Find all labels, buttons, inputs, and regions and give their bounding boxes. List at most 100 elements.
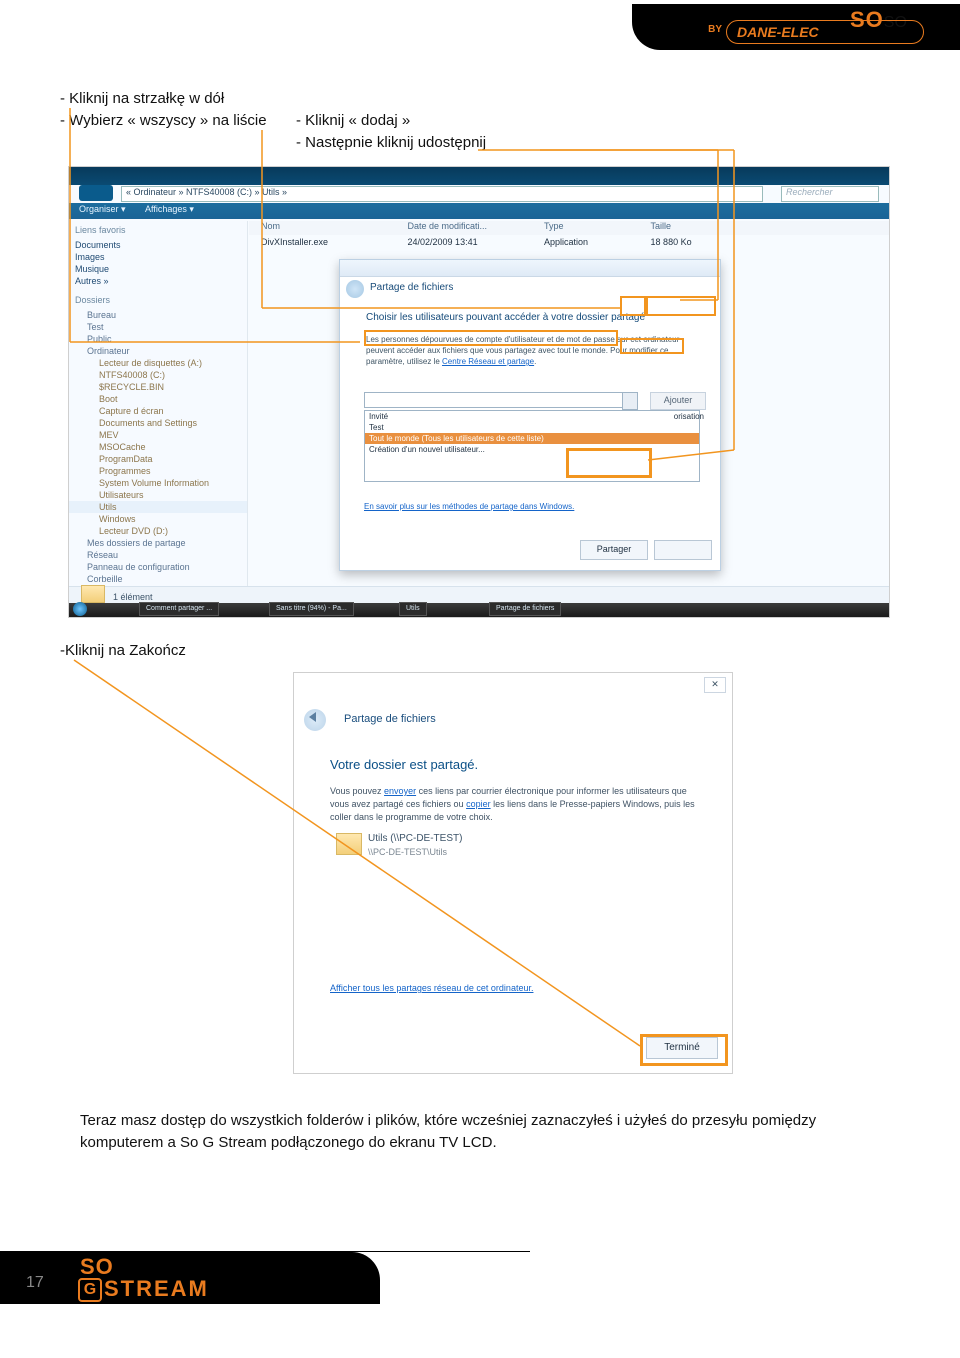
footer-stream: STREAM <box>104 1276 209 1302</box>
tree-item[interactable]: Utilisateurs <box>69 489 247 501</box>
share-name[interactable]: Utils (\\PC-DE-TEST) <box>368 833 462 844</box>
dialog-back-icon[interactable] <box>346 280 364 298</box>
explorer-sidebar: Liens favoris Documents Images Musique A… <box>69 221 248 587</box>
tree-item[interactable]: Panneau de configuration <box>69 561 247 573</box>
taskbar-item[interactable]: Partage de fichiers <box>489 602 561 616</box>
tree-item[interactable]: Test <box>69 321 247 333</box>
folder-icon <box>81 585 105 603</box>
tree-item[interactable]: Boot <box>69 393 247 405</box>
final-paragraph: Teraz masz dostęp do wszystkich folderów… <box>80 1110 860 1154</box>
col-size[interactable]: Taille <box>639 221 743 231</box>
list-item[interactable]: Création d'un nouvel utilisateur... <box>365 444 699 455</box>
share-dialog: Partage de fichiers Choisir les utilisat… <box>339 259 721 571</box>
dialog-title: Partage de fichiers <box>370 282 453 293</box>
explorer-statusbar <box>69 586 889 603</box>
brand-by: BY <box>708 24 722 35</box>
dlg-p-link[interactable]: Centre Réseau et partage <box>442 357 534 366</box>
tree-item[interactable]: Lecteur de disquettes (A:) <box>69 357 247 369</box>
screenshot-explorer: « Ordinateur » NTFS40008 (C:) » Utils » … <box>68 166 890 618</box>
cancel-button[interactable] <box>654 540 712 560</box>
learn-more-link[interactable]: En savoir plus sur les méthodes de parta… <box>364 502 574 511</box>
sidebar-item[interactable]: Musique <box>69 263 247 275</box>
tree-item-selected[interactable]: Utils <box>69 501 247 513</box>
tree-item[interactable]: Windows <box>69 513 247 525</box>
sidebar-item[interactable]: Autres » <box>69 275 247 287</box>
tree-item[interactable]: Corbeille <box>69 573 247 585</box>
tree-item[interactable]: Programmes <box>69 465 247 477</box>
status-text: 1 élément <box>113 592 153 602</box>
tree-item[interactable]: Bureau <box>69 309 247 321</box>
cell-type: Application <box>532 237 636 247</box>
list-item[interactable]: Invité <box>365 411 699 422</box>
screenshot-share-done: ✕ Partage de fichiers Votre dossier est … <box>293 672 733 1074</box>
toolbar-organize[interactable]: Organiser ▾ <box>79 204 126 215</box>
dialog-heading: Choisir les utilisateurs pouvant accéder… <box>366 312 645 323</box>
tree-item[interactable]: ProgramData <box>69 453 247 465</box>
tree-item[interactable]: Mes dossiers de partage <box>69 537 247 549</box>
user-combobox[interactable] <box>364 392 636 408</box>
taskbar-item[interactable]: Utils <box>399 602 427 616</box>
instr-line-5: -Kliknij na Zakończ <box>60 640 186 662</box>
footer-g-icon: G <box>78 1278 102 1302</box>
p2-a: Vous pouvez <box>330 786 384 796</box>
send-link[interactable]: envoyer <box>384 786 416 796</box>
tree-item[interactable]: Documents and Settings <box>69 417 247 429</box>
tree-item[interactable]: Capture d écran <box>69 405 247 417</box>
tree-item[interactable]: $RECYCLE.BIN <box>69 381 247 393</box>
dialog2-title: Partage de fichiers <box>344 713 436 725</box>
header-band: SO BY DANE-ELEC <box>632 4 960 50</box>
list-item-selected[interactable]: Tout le monde (Tous les utilisateurs de … <box>365 433 699 444</box>
file-list-header: Nom Date de modificati... Type Taille <box>249 221 889 235</box>
finish-button[interactable]: Terminé <box>646 1037 718 1059</box>
start-orb-icon[interactable] <box>73 602 87 616</box>
instr-line-4: - Następnie kliknij udostępnij <box>296 132 486 154</box>
tree-item[interactable]: Réseau <box>69 549 247 561</box>
sidebar-favorites-header: Liens favoris <box>69 221 247 239</box>
col-date[interactable]: Date de modificati... <box>396 221 530 231</box>
tree-item[interactable]: MEV <box>69 429 247 441</box>
cell-name: DivXInstaller.exe <box>249 237 393 247</box>
tree-item[interactable]: Public <box>69 333 247 345</box>
tree-item[interactable]: MSOCache <box>69 441 247 453</box>
share-button[interactable]: Partager <box>580 540 648 560</box>
show-all-shares-link[interactable]: Afficher tous les partages réseau de cet… <box>330 983 533 993</box>
sidebar-item[interactable]: Documents <box>69 239 247 251</box>
tree-item[interactable]: NTFS40008 (C:) <box>69 369 247 381</box>
cell-size: 18 880 Ko <box>639 237 743 247</box>
col-type[interactable]: Type <box>532 221 636 231</box>
address-text: « Ordinateur » NTFS40008 (C:) » Utils » <box>122 187 287 197</box>
col-name[interactable]: Nom <box>249 221 393 231</box>
dialog2-paragraph: Vous pouvez envoyer ces liens par courri… <box>330 785 704 824</box>
folder-icon <box>336 833 362 855</box>
tree-item[interactable]: Lecteur DVD (D:) <box>69 525 247 537</box>
brand-pill: DANE-ELEC <box>726 20 924 44</box>
list-item[interactable]: Test <box>365 422 699 433</box>
taskbar-item[interactable]: Sans titre (94%) - Pa... <box>269 602 354 616</box>
instr-line-3: - Kliknij « dodaj » <box>296 110 410 132</box>
arrow-left-icon <box>309 712 316 722</box>
dialog-titlebar <box>340 260 720 277</box>
close-icon[interactable]: ✕ <box>704 677 726 693</box>
share-path: \\PC-DE-TEST\Utils <box>368 847 447 857</box>
sidebar-item[interactable]: Images <box>69 251 247 263</box>
page-root: SO BY DANE-ELEC - Kliknij na strzałkę w … <box>0 0 960 1358</box>
instr-line-2: - Wybierz « wszyscy » na liście <box>60 110 267 132</box>
add-button[interactable]: Ajouter <box>650 392 706 410</box>
address-bar[interactable]: « Ordinateur » NTFS40008 (C:) » Utils » <box>121 186 763 202</box>
file-row[interactable]: DivXInstaller.exe 24/02/2009 13:41 Appli… <box>249 237 889 251</box>
nav-back-icon[interactable] <box>79 185 113 201</box>
dlg-p-dot: . <box>534 357 536 366</box>
chevron-down-icon[interactable] <box>622 392 638 410</box>
taskbar-item[interactable]: Comment partager ... <box>139 602 219 616</box>
user-listbox[interactable]: Invité Test Tout le monde (Tous les util… <box>364 410 700 482</box>
instr-line-1: - Kliknij na strzałkę w dół <box>60 88 224 110</box>
toolbar-views[interactable]: Affichages ▾ <box>145 204 194 215</box>
tree-item[interactable]: System Volume Information <box>69 477 247 489</box>
copy-link[interactable]: copier <box>466 799 491 809</box>
search-input[interactable]: Rechercher <box>781 186 879 202</box>
cell-date: 24/02/2009 13:41 <box>396 237 530 247</box>
tree-item[interactable]: Ordinateur <box>69 345 247 357</box>
list-right-col: orisation <box>674 412 704 421</box>
dialog2-heading: Votre dossier est partagé. <box>330 757 478 772</box>
page-number: 17 <box>26 1274 44 1292</box>
